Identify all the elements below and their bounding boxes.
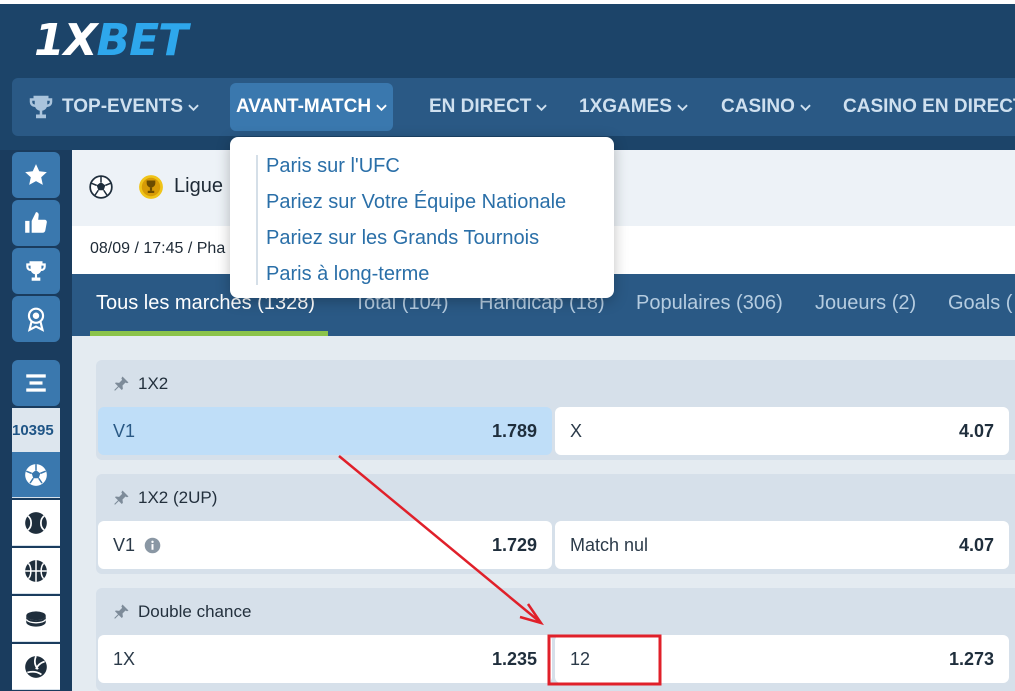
- sport-football[interactable]: [12, 452, 60, 498]
- odd-button[interactable]: 1X 1.235: [98, 635, 552, 683]
- pin-icon[interactable]: [112, 489, 130, 507]
- sport-volleyball[interactable]: [12, 644, 60, 690]
- odd-button[interactable]: Match nul 4.07: [555, 521, 1009, 569]
- market-title-text: Double chance: [138, 602, 252, 621]
- tab-goals[interactable]: Goals (: [948, 292, 1012, 315]
- thumbs-up-icon: [25, 212, 47, 233]
- chevron-down-icon: [376, 104, 387, 111]
- chevron-down-icon: [536, 104, 548, 111]
- menu-icon: [26, 374, 46, 392]
- tournaments-button[interactable]: [12, 248, 60, 294]
- hockey-puck-icon: [25, 610, 47, 627]
- odd-value: 1.235: [491, 648, 537, 669]
- nav-label: AVANT-MATCH: [236, 96, 372, 117]
- nav-label: 1XGAMES: [579, 96, 672, 117]
- odd-label-text: V1: [113, 534, 136, 555]
- football-icon: [25, 463, 47, 486]
- odd-label: 12: [570, 648, 591, 669]
- top-border: [0, 0, 1015, 4]
- recommended-button[interactable]: [12, 200, 60, 246]
- pin-icon[interactable]: [112, 603, 130, 621]
- chevron-down-icon: [188, 104, 199, 111]
- nav-label: TOP-EVENTS: [62, 96, 184, 117]
- odd-value: 1.729: [491, 534, 537, 555]
- sport-tennis[interactable]: [12, 500, 60, 546]
- nav-label: CASINO: [721, 96, 795, 117]
- odd-value: 1.273: [948, 648, 994, 669]
- odd-button[interactable]: V1 1.729: [98, 521, 552, 569]
- volleyball-icon: [25, 655, 47, 678]
- odd-button[interactable]: 12 1.273: [555, 635, 1009, 683]
- main-nav: TOP-EVENTS AVANT-MATCH EN DIRECT 1XGAMES…: [12, 78, 1015, 136]
- odd-button[interactable]: X 4.07: [555, 407, 1009, 455]
- tab-joueurs[interactable]: Joueurs (2): [815, 292, 916, 315]
- left-sidebar: 10395: [12, 150, 60, 691]
- favorites-button[interactable]: [12, 152, 60, 198]
- nav-1xgames[interactable]: 1XGAMES: [573, 83, 694, 131]
- nav-casino-en-direct[interactable]: CASINO EN DIRECT: [837, 83, 1015, 131]
- basketball-icon: [25, 559, 47, 582]
- chevron-down-icon: [677, 104, 688, 111]
- nav-en-direct[interactable]: EN DIRECT: [423, 83, 553, 131]
- dropdown-item[interactable]: Pariez sur Votre Équipe Nationale: [266, 191, 566, 214]
- nav-label: EN DIRECT: [429, 96, 532, 117]
- nav-avant-match[interactable]: AVANT-MATCH: [230, 83, 394, 131]
- football-icon: [89, 175, 113, 199]
- league-cup-icon: [139, 175, 163, 199]
- odd-value: 4.07: [958, 534, 994, 555]
- odd-value: 4.07: [958, 420, 994, 441]
- star-icon: [25, 164, 47, 185]
- trophy-icon: [29, 95, 53, 119]
- odd-label: V1: [113, 535, 161, 556]
- market-1x2: 1X2 V1 1.789 X 4.07: [96, 360, 1015, 460]
- odd-label: 1X: [113, 648, 136, 669]
- dropdown-item[interactable]: Paris sur l'UFC: [266, 155, 400, 178]
- market-title-text: 1X2 (2UP): [138, 488, 218, 507]
- site-header: 1XBET TOP-EVENTS AVANT-MATCH EN DIRECT 1…: [0, 0, 1015, 150]
- nav-casino[interactable]: CASINO: [715, 83, 817, 131]
- odd-button[interactable]: V1 1.789: [98, 407, 552, 455]
- tennis-ball-icon: [25, 511, 47, 534]
- odd-value: 1.789: [491, 420, 537, 441]
- market-1x2-2up: 1X2 (2UP) V1 1.729 Match nul 4.07: [96, 474, 1015, 574]
- menu-button[interactable]: [12, 360, 60, 406]
- market-double-chance: Double chance 1X 1.235 12 1.273: [96, 588, 1015, 691]
- market-title: 1X2 (2UP): [112, 488, 217, 508]
- odd-label: Match nul: [570, 534, 649, 555]
- logo-part-2: BET: [96, 15, 189, 66]
- awards-button[interactable]: [12, 296, 60, 342]
- sport-basketball[interactable]: [12, 548, 60, 594]
- avant-match-dropdown: Paris sur l'UFC Pariez sur Votre Équipe …: [230, 137, 614, 298]
- dropdown-item[interactable]: Pariez sur les Grands Tournois: [266, 227, 539, 250]
- sport-ice-hockey[interactable]: [12, 596, 60, 642]
- event-count: 10395: [12, 408, 60, 452]
- info-icon[interactable]: [144, 537, 161, 554]
- market-title: Double chance: [112, 602, 251, 622]
- logo[interactable]: 1XBET: [34, 15, 189, 66]
- match-datetime: 08/09 / 17:45 / Pha: [90, 240, 226, 257]
- tab-populaires[interactable]: Populaires (306): [636, 292, 783, 315]
- odd-label: X: [570, 420, 583, 441]
- chevron-down-icon: [800, 104, 811, 111]
- odd-label: V1: [113, 420, 136, 441]
- dropdown-item[interactable]: Paris à long-terme: [266, 263, 429, 286]
- nav-top-events[interactable]: TOP-EVENTS: [20, 83, 205, 131]
- market-title-text: 1X2: [138, 374, 169, 393]
- nav-label: CASINO EN DIRECT: [843, 96, 1015, 117]
- trophy-icon: [26, 261, 46, 281]
- market-title: 1X2: [112, 374, 168, 394]
- award-ribbon-icon: [27, 307, 45, 332]
- pin-icon[interactable]: [112, 375, 130, 393]
- logo-part-1: 1X: [34, 15, 98, 66]
- league-name[interactable]: Ligue: [174, 175, 223, 198]
- active-tab-indicator: [90, 331, 328, 336]
- dropdown-divider: [256, 155, 258, 285]
